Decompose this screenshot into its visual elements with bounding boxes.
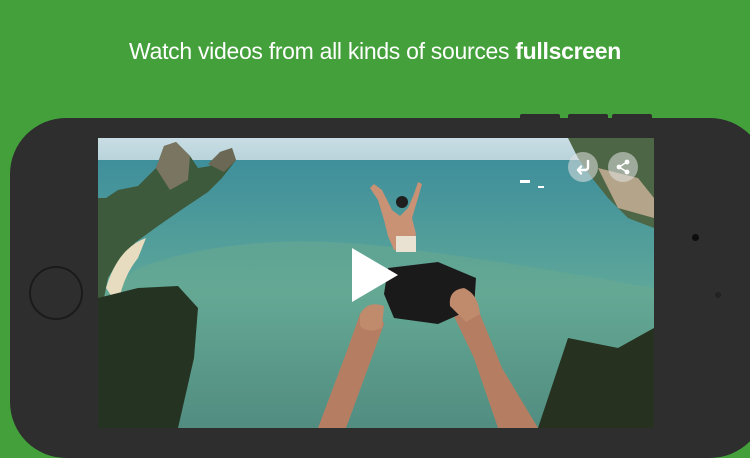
phone-camera	[692, 234, 699, 241]
return-arrow-icon	[576, 159, 590, 175]
phone-sensor	[715, 292, 721, 298]
headline-bold-text: fullscreen	[515, 38, 621, 64]
headline-regular-text: Watch videos from all kinds of sources	[129, 38, 516, 64]
video-player[interactable]	[98, 138, 654, 428]
share-button[interactable]	[608, 152, 638, 182]
back-button[interactable]	[568, 152, 598, 182]
play-button[interactable]	[350, 246, 400, 304]
headline: Watch videos from all kinds of sources f…	[0, 38, 750, 65]
phone-home-button	[29, 266, 83, 320]
share-icon	[616, 159, 630, 175]
play-icon	[352, 248, 398, 302]
